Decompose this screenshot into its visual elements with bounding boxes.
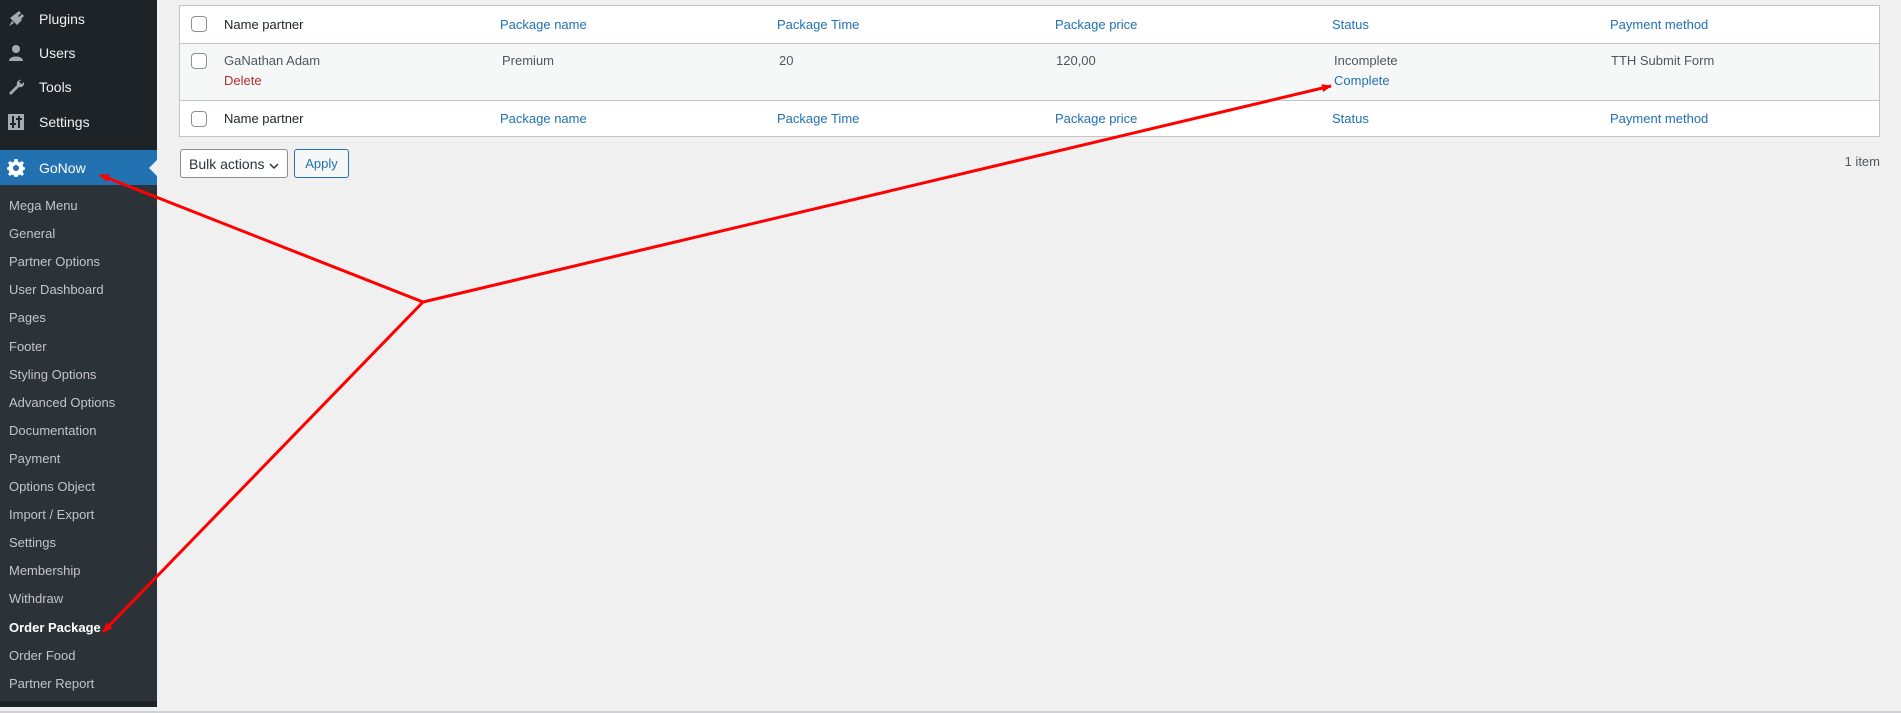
bulk-actions-select[interactable]: Bulk actions (180, 149, 288, 178)
chevron-down-icon (269, 158, 279, 174)
sidebar-item-label: Plugins (39, 11, 85, 27)
column-footer-package-price[interactable]: Package price (1055, 110, 1137, 128)
column-header-status[interactable]: Status (1332, 16, 1369, 34)
column-footer-name-partner: Name partner (224, 111, 304, 126)
sidebar-item-label: Users (39, 45, 76, 61)
sidebar-item-label: GoNow (39, 159, 86, 176)
cell-status: Incomplete (1334, 53, 1398, 68)
plugin-icon (6, 9, 26, 29)
submenu-item-general[interactable]: General (9, 225, 55, 243)
submenu-item-partner-options[interactable]: Partner Options (9, 253, 100, 271)
active-indicator (149, 159, 157, 176)
column-header-package-name[interactable]: Package name (500, 16, 587, 34)
table-row: GaNathan Adam Delete Premium 20 120,00 I… (180, 43, 1879, 101)
delete-link[interactable]: Delete (224, 72, 262, 90)
row-checkbox[interactable] (191, 53, 207, 69)
column-header-payment-method[interactable]: Payment method (1610, 16, 1708, 34)
sidebar-item-label: Settings (39, 114, 90, 130)
gear-icon (6, 158, 26, 178)
cell-package-price: 120,00 (1056, 53, 1096, 68)
submenu-item-order-food[interactable]: Order Food (9, 647, 75, 665)
submenu-item-withdraw[interactable]: Withdraw (9, 590, 63, 608)
sidebar-item-settings[interactable]: Settings (0, 105, 157, 139)
submenu-item-styling-options[interactable]: Styling Options (9, 366, 96, 384)
sidebar-item-plugins[interactable]: Plugins (0, 2, 157, 36)
column-header-package-price[interactable]: Package price (1055, 16, 1137, 34)
cell-package-time: 20 (779, 53, 794, 68)
submenu-item-mega-menu[interactable]: Mega Menu (9, 197, 78, 215)
submenu-item-pages[interactable]: Pages (9, 309, 46, 327)
submenu-item-options-object[interactable]: Options Object (9, 478, 95, 496)
user-icon (6, 43, 26, 63)
sidebar-item-tools[interactable]: Tools (0, 70, 157, 104)
cell-payment-method: TTH Submit Form (1611, 53, 1715, 68)
select-all-checkbox[interactable] (191, 16, 207, 32)
submenu-item-documentation[interactable]: Documentation (9, 422, 96, 440)
submenu-item-payment[interactable]: Payment (9, 450, 60, 468)
column-header-package-time[interactable]: Package Time (777, 16, 859, 34)
submenu-item-user-dashboard[interactable]: User Dashboard (9, 281, 104, 299)
submenu-item-order-package[interactable]: Order Package (9, 619, 101, 637)
wrench-icon (6, 77, 26, 97)
submenu-item-partner-report[interactable]: Partner Report (9, 675, 94, 693)
table-header-row: Name partner Package name Package Time P… (180, 6, 1879, 43)
column-footer-package-time[interactable]: Package Time (777, 110, 859, 128)
column-header-name-partner: Name partner (224, 17, 304, 32)
submenu-item-settings[interactable]: Settings (9, 534, 56, 552)
item-count: 1 item (1844, 154, 1880, 169)
submenu-item-advanced-options[interactable]: Advanced Options (9, 394, 115, 412)
column-footer-package-name[interactable]: Package name (500, 110, 587, 128)
column-footer-status[interactable]: Status (1332, 110, 1369, 128)
table-footer-row: Name partner Package name Package Time P… (180, 101, 1879, 137)
select-all-checkbox-footer[interactable] (191, 111, 207, 127)
submenu-item-footer[interactable]: Footer (9, 338, 47, 356)
cell-name-partner: GaNathan Adam (224, 53, 321, 68)
complete-status-link[interactable]: Complete (1334, 72, 1390, 90)
cell-package-name: Premium (502, 53, 555, 68)
orders-table: Name partner Package name Package Time P… (179, 5, 1880, 137)
column-footer-payment-method[interactable]: Payment method (1610, 110, 1708, 128)
submenu-item-membership[interactable]: Membership (9, 562, 81, 580)
sidebar-item-users[interactable]: Users (0, 36, 157, 70)
sidebar-item-label: Tools (39, 79, 72, 95)
sidebar-item-gonow[interactable]: GoNow (0, 150, 157, 185)
bulk-actions-value: Bulk actions (189, 155, 265, 172)
apply-button[interactable]: Apply (294, 149, 349, 178)
settings-sliders-icon (6, 112, 26, 132)
submenu-item-import-export[interactable]: Import / Export (9, 506, 94, 524)
